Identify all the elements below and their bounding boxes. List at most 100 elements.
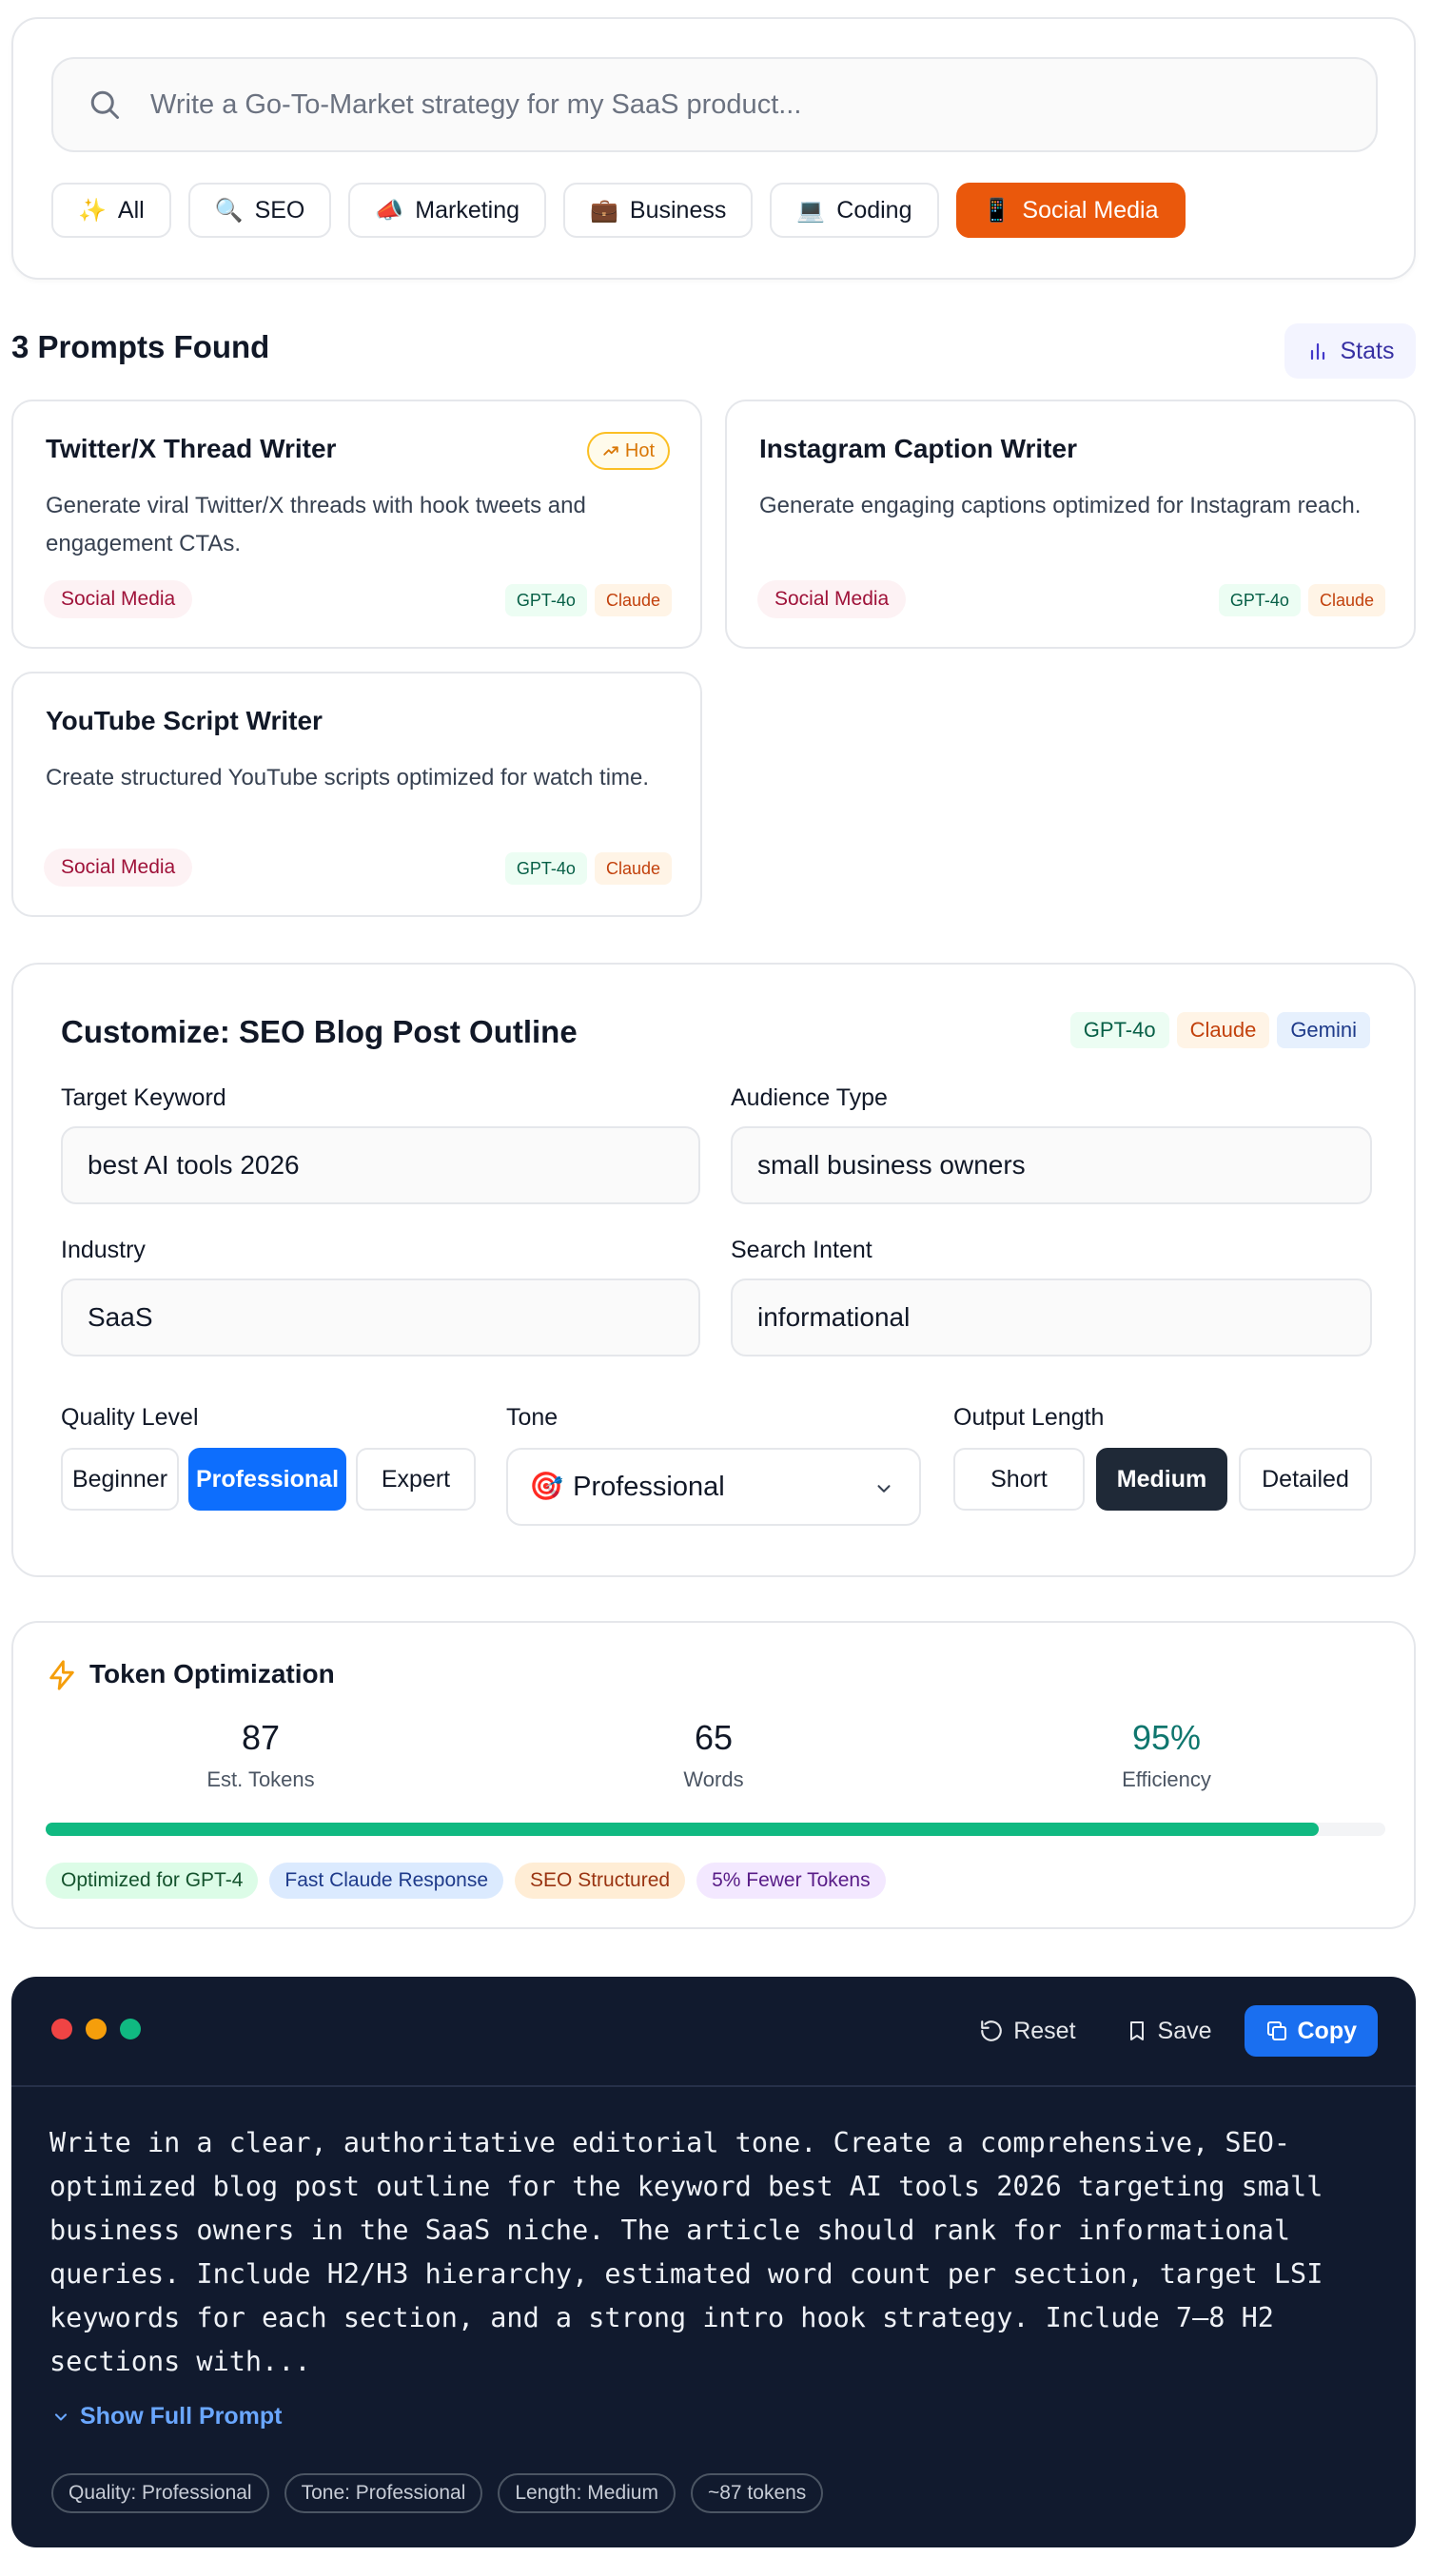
category-chip-business[interactable]: 💼 Business xyxy=(563,183,754,238)
quality-option-expert[interactable]: Expert xyxy=(356,1448,476,1511)
prompt-line: Write in a clear, authoritative editoria… xyxy=(49,2127,1291,2158)
laptop-icon: 💻 xyxy=(796,197,826,224)
sparkles-icon: ✨ xyxy=(78,197,107,224)
length-option-short[interactable]: Short xyxy=(953,1448,1085,1511)
reset-icon xyxy=(981,2020,1003,2041)
chip-label: SEO xyxy=(254,196,305,224)
prompt-card-title: Instagram Caption Writer xyxy=(759,434,1077,463)
model-tag-gpt: GPT-4o xyxy=(1218,584,1301,616)
hot-label: Hot xyxy=(624,439,655,461)
prompt-card[interactable]: YouTube Script Writer Create structured … xyxy=(11,672,702,917)
search-intent-field[interactable]: informational xyxy=(731,1278,1372,1356)
token-optimization-panel: Token Optimization 87 Est. Tokens 65 Wor… xyxy=(11,1621,1416,1929)
phone-icon: 📱 xyxy=(982,197,1011,224)
prompt-line: keywords for each section, and a strong … xyxy=(49,2302,1274,2333)
prompt-line: optimized blog post outline for the keyw… xyxy=(49,2171,1323,2202)
search-intent-label: Search Intent xyxy=(731,1237,872,1263)
stats-label: Stats xyxy=(1340,337,1395,364)
model-tags: GPT-4o Claude xyxy=(504,584,672,616)
length-option-detailed[interactable]: Detailed xyxy=(1239,1448,1372,1511)
generated-prompt-text: Write in a clear, authoritative editoria… xyxy=(49,2121,1382,2384)
prompt-line: sections with... xyxy=(49,2346,311,2377)
category-chip-marketing[interactable]: 📣 Marketing xyxy=(348,183,547,238)
category-chip-social-media[interactable]: 📱 Social Media xyxy=(955,183,1186,238)
meta-tokens: ~87 tokens xyxy=(690,2473,824,2513)
customize-panel: Customize: SEO Blog Post Outline GPT-4o … xyxy=(11,963,1416,1577)
efficiency-stat: 95% Efficiency xyxy=(1024,1718,1309,1792)
search-panel: ✨ All 🔍 SEO 📣 Marketing 💼 Business 💻 Coding 📱… xyxy=(11,17,1416,280)
prompt-card[interactable]: Twitter/X Thread Writer Hot Generate vir… xyxy=(11,400,702,649)
green-dot-icon xyxy=(120,2019,141,2039)
output-actions: Reset Save Copy xyxy=(962,2005,1378,2057)
est-tokens-label: Est. Tokens xyxy=(206,1767,315,1791)
model-tags: GPT-4o Claude xyxy=(1218,584,1385,616)
meta-tone: Tone: Professional xyxy=(284,2473,483,2513)
audience-type-field[interactable]: small business owners xyxy=(731,1126,1372,1204)
words-stat: 65 Words xyxy=(571,1718,856,1792)
meta-length: Length: Medium xyxy=(498,2473,676,2513)
badge-gpt4: Optimized for GPT-4 xyxy=(46,1863,259,1899)
trending-up-icon xyxy=(603,446,618,456)
chip-label: All xyxy=(117,196,145,224)
token-optimization-title: Token Optimization xyxy=(89,1659,335,1688)
optimization-badges: Optimized for GPT-4 Fast Claude Response… xyxy=(46,1863,886,1899)
model-tag-claude: Claude xyxy=(1176,1012,1270,1048)
model-tag-gpt: GPT-4o xyxy=(1069,1012,1169,1048)
copy-button[interactable]: Copy xyxy=(1244,2005,1378,2057)
search-icon xyxy=(90,90,119,119)
model-tags: GPT-4o Claude Gemini xyxy=(1069,1012,1370,1048)
category-chip-seo[interactable]: 🔍 SEO xyxy=(187,183,332,238)
category-badge: Social Media xyxy=(44,849,193,887)
model-tag-claude: Claude xyxy=(1307,584,1385,616)
prompt-card-title: Twitter/X Thread Writer xyxy=(46,434,337,463)
stats-button[interactable]: Stats xyxy=(1284,323,1416,379)
words-value: 65 xyxy=(694,1718,734,1757)
est-tokens-value: 87 xyxy=(241,1718,281,1757)
window-dots xyxy=(51,2019,141,2039)
model-tag-claude: Claude xyxy=(594,852,672,885)
words-label: Words xyxy=(683,1767,744,1791)
category-chip-all[interactable]: ✨ All xyxy=(51,183,171,238)
chip-label: Marketing xyxy=(415,196,520,224)
hot-badge: Hot xyxy=(586,432,670,470)
category-badge: Social Media xyxy=(757,580,907,618)
magnifier-icon: 🔍 xyxy=(214,197,244,224)
category-badge: Social Media xyxy=(44,580,193,618)
prompt-card-title: YouTube Script Writer xyxy=(46,706,323,735)
chevron-down-icon xyxy=(54,2412,68,2421)
chip-label: Business xyxy=(629,196,727,224)
output-length-label: Output Length xyxy=(953,1404,1105,1431)
briefcase-icon: 💼 xyxy=(590,197,618,224)
show-full-label: Show Full Prompt xyxy=(80,2403,283,2430)
reset-button[interactable]: Reset xyxy=(962,2005,1092,2057)
prompt-meta-tags: Quality: Professional Tone: Professional… xyxy=(51,2473,824,2513)
industry-field[interactable]: SaaS xyxy=(61,1278,700,1356)
bar-chart-icon xyxy=(1310,342,1324,361)
lightning-icon xyxy=(49,1660,74,1690)
tone-select[interactable]: 🎯 Professional xyxy=(506,1448,921,1526)
efficiency-bar xyxy=(46,1823,1385,1836)
copy-icon xyxy=(1266,2021,1286,2040)
length-option-medium[interactable]: Medium xyxy=(1096,1448,1227,1511)
target-icon: 🎯 xyxy=(529,1472,564,1502)
prompt-card[interactable]: Instagram Caption Writer Generate engagi… xyxy=(725,400,1416,649)
badge-fewer-tokens: 5% Fewer Tokens xyxy=(696,1863,886,1899)
search-box[interactable] xyxy=(51,57,1378,152)
reset-label: Reset xyxy=(1013,2017,1076,2044)
category-chip-coding[interactable]: 💻 Coding xyxy=(770,183,939,238)
save-button[interactable]: Save xyxy=(1108,2005,1229,2057)
target-keyword-field[interactable]: best AI tools 2026 xyxy=(61,1126,700,1204)
show-full-prompt-link[interactable]: Show Full Prompt xyxy=(51,2403,283,2430)
badge-seo: SEO Structured xyxy=(515,1863,686,1899)
industry-label: Industry xyxy=(61,1237,146,1263)
search-input[interactable] xyxy=(150,88,1376,121)
tone-value: Professional xyxy=(573,1471,725,1502)
tone-label: Tone xyxy=(506,1404,559,1431)
prompt-card-description: Generate engaging captions optimized for… xyxy=(759,493,1362,518)
megaphone-icon: 📣 xyxy=(375,197,404,224)
model-tags: GPT-4o Claude xyxy=(504,852,672,885)
prompt-line: queries. Include H2/H3 hierarchy, estima… xyxy=(49,2258,1323,2290)
quality-option-professional[interactable]: Professional xyxy=(188,1448,346,1511)
quality-option-beginner[interactable]: Beginner xyxy=(61,1448,179,1511)
category-filters: ✨ All 🔍 SEO 📣 Marketing 💼 Business 💻 Coding 📱… xyxy=(51,183,1186,238)
